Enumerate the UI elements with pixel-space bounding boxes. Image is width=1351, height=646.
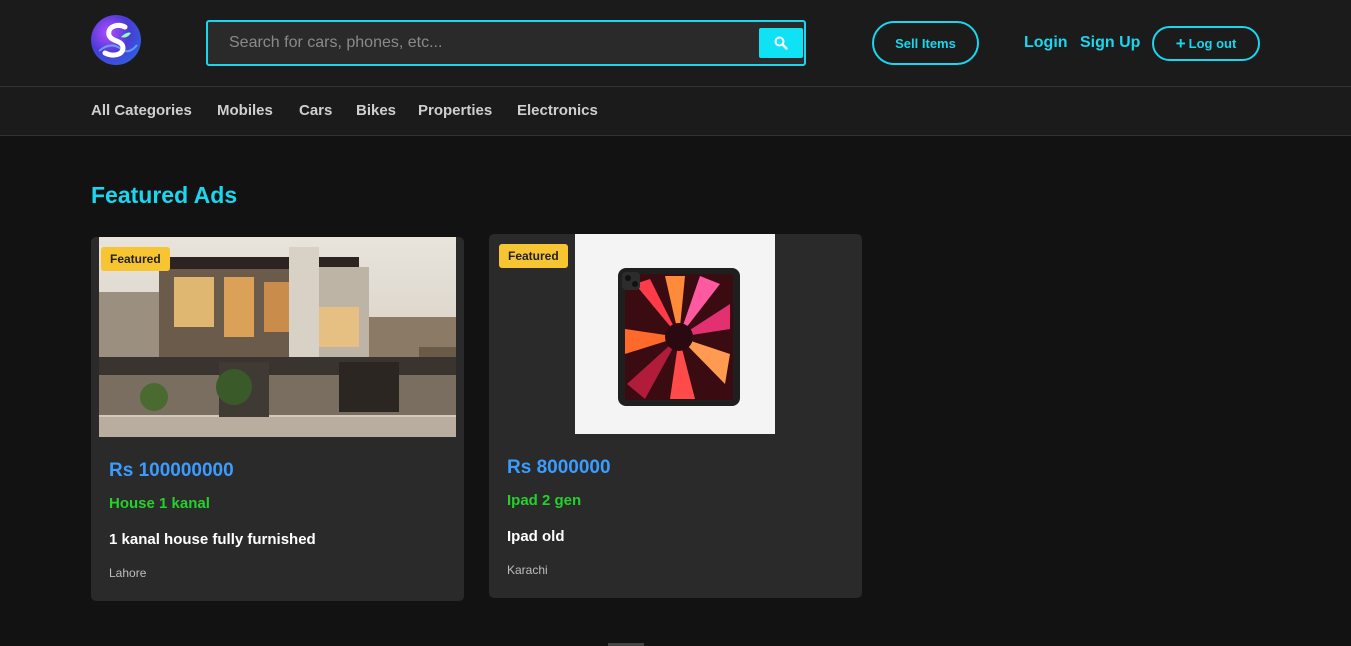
category-cars[interactable]: Cars [299,102,332,119]
category-electronics[interactable]: Electronics [517,102,598,119]
ad-card[interactable]: Featured Rs 8000000 Ipad 2 gen Ipad old … [489,234,862,598]
featured-badge: Featured [101,247,170,271]
category-all[interactable]: All Categories [91,102,192,119]
search-input[interactable] [208,22,756,64]
logo-s-icon [98,22,138,58]
search-button[interactable] [759,28,803,58]
logout-label: Log out [1188,36,1237,51]
ad-description: Ipad old [507,528,565,545]
search-icon [774,36,788,50]
ipad-illustration [618,268,740,406]
category-bar: All Categories Mobiles Cars Bikes Proper… [0,87,1351,136]
ipad-image[interactable] [575,234,775,434]
category-bikes[interactable]: Bikes [356,102,396,119]
category-properties[interactable]: Properties [418,102,492,119]
featured-badge: Featured [499,244,568,268]
logo[interactable] [91,15,141,65]
plus-icon: + [1175,34,1186,53]
ad-title[interactable]: Ipad 2 gen [507,492,581,509]
sell-items-button[interactable]: Sell Items [872,21,979,65]
ad-title[interactable]: House 1 kanal [109,495,210,512]
section-title: Featured Ads [91,182,238,208]
ad-price: Rs 8000000 [507,457,611,478]
signup-link[interactable]: Sign Up [1080,34,1140,52]
ad-card[interactable]: Featured Rs 100000000 House 1 kanal 1 ka… [91,237,464,601]
header: Sell Items Login Sign Up + Log out [0,0,1351,87]
ad-location: Lahore [109,566,147,580]
ad-location: Karachi [507,563,548,577]
category-mobiles[interactable]: Mobiles [217,102,273,119]
login-link[interactable]: Login [1024,34,1068,52]
logout-button[interactable]: + Log out [1152,26,1260,61]
ad-price: Rs 100000000 [109,460,234,481]
search-bar [206,20,806,66]
ad-description: 1 kanal house fully furnished [109,531,316,548]
